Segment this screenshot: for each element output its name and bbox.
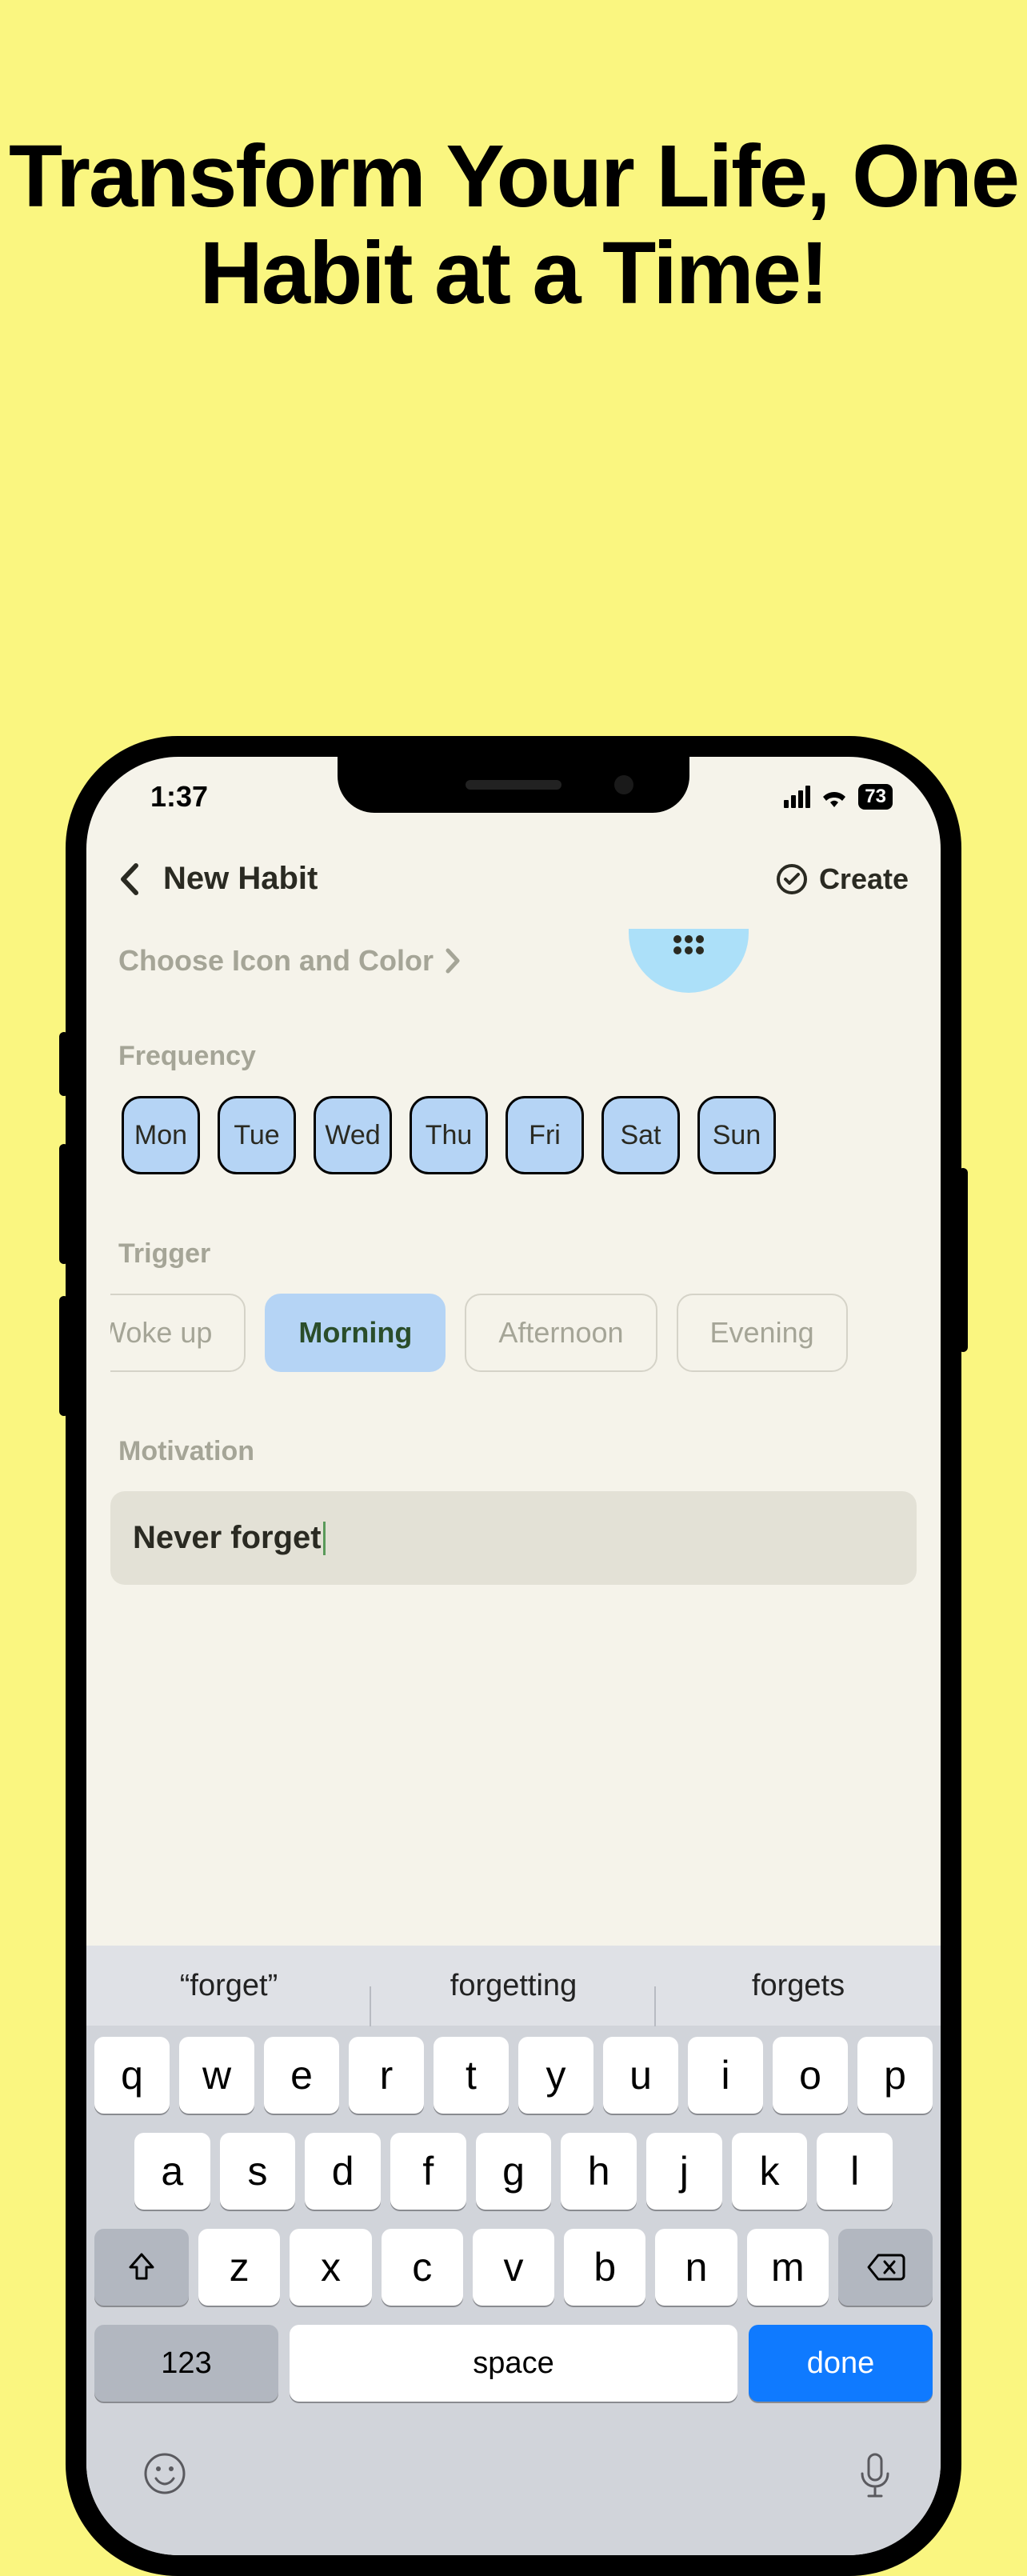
back-button[interactable] [118,862,139,896]
key-a[interactable]: a [134,2133,210,2210]
key-q[interactable]: q [94,2037,170,2114]
phone-screen: 1:37 73 New Habit [86,757,941,2555]
power-button [958,1168,968,1352]
suggestion-bar: “forget” forgetting forgets [86,1946,941,2026]
day-tue[interactable]: Tue [218,1096,296,1174]
suggestion-3[interactable]: forgets [656,1969,941,2003]
trigger-woke-up[interactable]: Woke up [110,1294,246,1372]
cellular-signal-icon [784,786,810,808]
motivation-value: Never forget [133,1520,322,1556]
frequency-section: Frequency Mon Tue Wed Thu Fri Sat Sun [110,1041,917,1174]
key-e[interactable]: e [264,2037,339,2114]
key-c[interactable]: c [382,2229,463,2306]
key-s[interactable]: s [220,2133,296,2210]
key-l[interactable]: l [817,2133,893,2210]
suggestion-1[interactable]: “forget” [86,1969,371,2003]
volume-up-button [59,1144,69,1264]
key-numbers[interactable]: 123 [94,2325,278,2402]
key-shift[interactable] [94,2229,189,2306]
key-g[interactable]: g [476,2133,552,2210]
day-sat[interactable]: Sat [601,1096,680,1174]
dictation-button[interactable] [857,2451,893,2499]
frequency-label: Frequency [110,1041,917,1072]
key-backspace[interactable] [838,2229,933,2306]
key-done[interactable]: done [749,2325,933,2402]
choose-icon-label: Choose Icon and Color [118,944,434,978]
check-circle-icon [776,863,808,895]
battery-indicator: 73 [858,784,893,810]
key-i[interactable]: i [688,2037,763,2114]
marketing-headline: Transform Your Life, One Habit at a Time… [0,0,1027,322]
motivation-input[interactable]: Never forget [110,1491,917,1585]
notch [338,757,689,813]
key-m[interactable]: m [747,2229,829,2306]
trigger-evening[interactable]: Evening [677,1294,848,1372]
trigger-label: Trigger [110,1238,917,1270]
trigger-section: Trigger Woke up Morning Afternoon Evenin… [110,1238,917,1372]
day-wed[interactable]: Wed [314,1096,392,1174]
key-j[interactable]: j [646,2133,722,2210]
key-x[interactable]: x [290,2229,371,2306]
key-d[interactable]: d [305,2133,381,2210]
key-o[interactable]: o [773,2037,848,2114]
key-h[interactable]: h [561,2133,637,2210]
key-f[interactable]: f [390,2133,466,2210]
key-b[interactable]: b [564,2229,645,2306]
key-y[interactable]: y [518,2037,593,2114]
motivation-label: Motivation [110,1436,917,1467]
key-p[interactable]: p [857,2037,933,2114]
create-label: Create [819,862,909,896]
suggestion-2[interactable]: forgetting [371,1969,656,2003]
key-w[interactable]: w [179,2037,254,2114]
key-t[interactable]: t [434,2037,509,2114]
speaker [466,780,561,790]
key-u[interactable]: u [603,2037,678,2114]
key-r[interactable]: r [349,2037,424,2114]
habit-icon-preview [629,929,749,993]
trigger-afternoon[interactable]: Afternoon [465,1294,657,1372]
phone-frame: 1:37 73 New Habit [66,736,961,2576]
day-sun[interactable]: Sun [697,1096,776,1174]
text-cursor [323,1522,326,1555]
volume-down-button [59,1296,69,1416]
silence-switch [59,1032,69,1096]
key-k[interactable]: k [732,2133,808,2210]
wifi-icon [820,786,849,807]
day-thu[interactable]: Thu [410,1096,488,1174]
key-z[interactable]: z [198,2229,280,2306]
status-time: 1:37 [150,780,208,814]
trigger-morning[interactable]: Morning [265,1294,446,1372]
key-space[interactable]: space [290,2325,737,2402]
navigation-bar: New Habit Create [86,837,941,929]
choose-icon-color-row[interactable]: Choose Icon and Color [110,929,917,993]
keyboard: “forget” forgetting forgets q w e r t y … [86,1946,941,2555]
chevron-right-icon [445,947,461,974]
motivation-section: Motivation Never forget [110,1436,917,1585]
emoji-button[interactable] [142,2451,187,2499]
page-title: New Habit [163,861,318,897]
create-button[interactable]: Create [776,862,909,896]
key-n[interactable]: n [655,2229,737,2306]
front-camera [614,775,633,794]
day-mon[interactable]: Mon [122,1096,200,1174]
key-v[interactable]: v [473,2229,554,2306]
day-fri[interactable]: Fri [506,1096,584,1174]
